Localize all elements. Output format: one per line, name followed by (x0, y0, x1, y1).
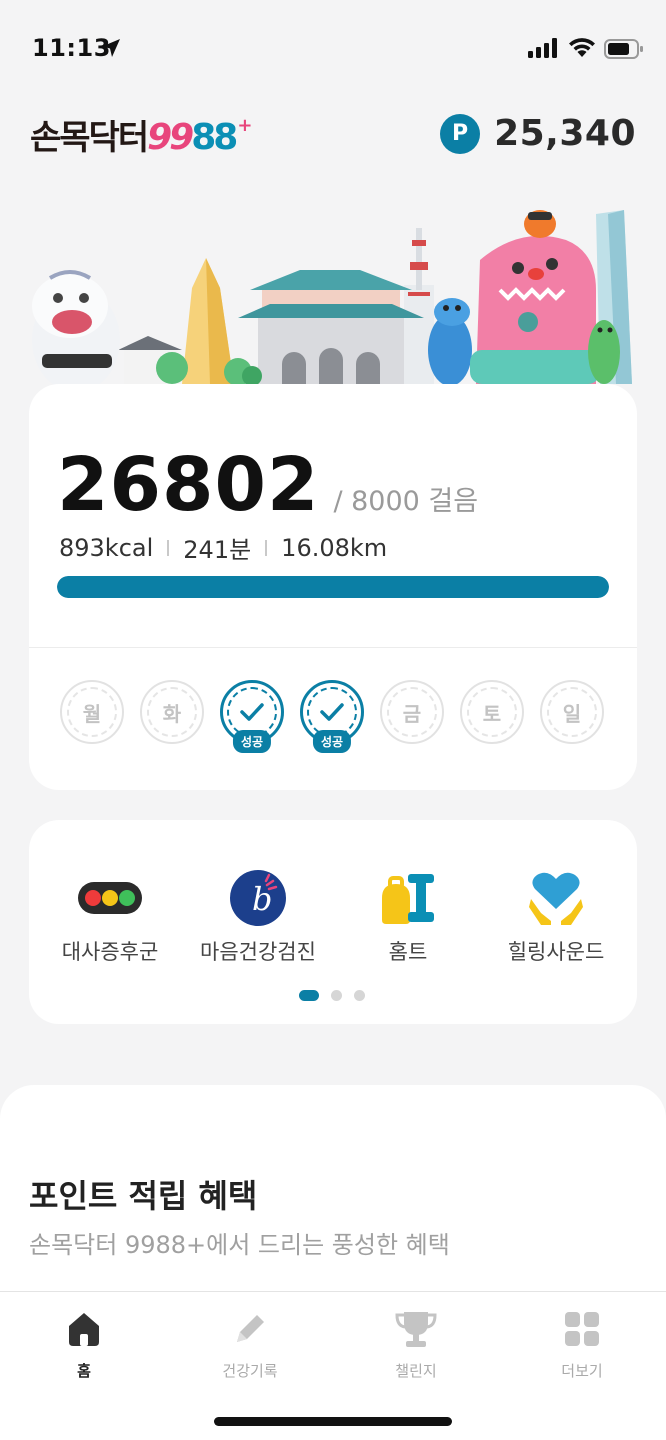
shortcut-label: 마음건강검진 (200, 940, 316, 964)
day-label: 토 (482, 701, 502, 726)
day-mon[interactable]: 월 (60, 680, 124, 744)
weekly-attendance: 월 화 성공 성공 금 토 일 (60, 680, 606, 760)
activity-metrics: 893kcal 241분 16.08km (59, 530, 387, 565)
trophy-icon (356, 1308, 476, 1350)
tab-label: 홈 (77, 1362, 91, 1380)
tab-label: 더보기 (561, 1362, 603, 1380)
calories-value: 893kcal (59, 533, 154, 562)
step-count: 26802 (57, 442, 320, 528)
pencil-icon (190, 1308, 310, 1350)
day-label: 일 (562, 701, 582, 726)
page-dot[interactable] (331, 990, 342, 1001)
home-indicator[interactable] (214, 1417, 452, 1426)
location-arrow-icon (102, 39, 120, 57)
card-divider (29, 647, 637, 648)
tab-more[interactable]: 더보기 (522, 1308, 642, 1381)
shortcut-menu-card: 대사증후군 b 마음건강검진 홈트 힐링사운드 (29, 820, 637, 1024)
seoul-landmarks-illustration (32, 210, 632, 392)
tab-health-record[interactable]: 건강기록 (190, 1308, 310, 1381)
grid-icon (522, 1308, 642, 1350)
home-icon (24, 1308, 144, 1350)
page-dot-active[interactable] (299, 990, 319, 1001)
dumbbell-icon (333, 868, 483, 928)
step-progress-bar (57, 576, 609, 598)
shortcut-label: 홈트 (388, 940, 428, 964)
step-progress-fill (57, 576, 609, 598)
day-label: 금 (402, 701, 422, 726)
points-balance[interactable]: P 25,340 (440, 113, 636, 154)
day-label: 화 (162, 701, 182, 726)
points-value: 25,340 (494, 113, 636, 154)
app-logo[interactable]: 손목닥터 99 88 + (30, 110, 253, 158)
shortcut-mental-health[interactable]: b 마음건강검진 (183, 868, 333, 966)
battery-icon (604, 39, 643, 59)
shortcut-home-training[interactable]: 홈트 (333, 868, 483, 966)
metric-divider (265, 539, 268, 556)
day-sat[interactable]: 토 (460, 680, 524, 744)
page-dot[interactable] (354, 990, 365, 1001)
step-goal: / 8000 걸음 (333, 486, 479, 517)
step-summary-card[interactable]: 26802 / 8000 걸음 893kcal 241분 16.08km 월 화… (29, 384, 637, 790)
day-wed[interactable]: 성공 (220, 680, 284, 753)
tab-home[interactable]: 홈 (24, 1308, 144, 1381)
shortcut-healing-sound[interactable]: 힐링사운드 (481, 868, 631, 966)
brand-b-icon: b (183, 868, 333, 928)
day-fri[interactable]: 금 (380, 680, 444, 744)
success-badge: 성공 (312, 730, 352, 753)
benefits-title: 포인트 적립 혜택 (29, 1177, 258, 1215)
heart-hands-icon (481, 868, 631, 928)
tab-label: 챌린지 (395, 1362, 437, 1380)
svg-text:b: b (252, 880, 272, 918)
logo-nines-text: 99 (147, 117, 194, 158)
shortcut-label: 대사증후군 (61, 940, 159, 964)
day-tue[interactable]: 화 (140, 680, 204, 744)
status-bar: 11:13 (0, 0, 666, 96)
logo-plus-text: + (237, 115, 253, 136)
day-thu[interactable]: 성공 (300, 680, 364, 753)
day-sun[interactable]: 일 (540, 680, 604, 744)
traffic-light-icon (35, 868, 185, 928)
points-p-icon: P (440, 113, 481, 154)
logo-korean-text: 손목닥터 (30, 118, 149, 158)
logo-eights-text: 88 (191, 117, 238, 158)
cellular-signal-icon (528, 38, 557, 58)
duration-value: 241분 (183, 536, 252, 564)
shortcut-metabolic-syndrome[interactable]: 대사증후군 (35, 868, 185, 966)
success-badge: 성공 (232, 730, 272, 753)
bottom-tab-bar: 홈 건강기록 챌린지 더보기 (0, 1291, 666, 1440)
check-icon (240, 703, 264, 721)
wifi-icon (569, 38, 595, 57)
check-icon (320, 703, 344, 721)
day-label: 월 (82, 701, 102, 726)
tab-label: 건강기록 (222, 1362, 278, 1380)
carousel-pagination (299, 990, 377, 1001)
tab-challenge[interactable]: 챌린지 (356, 1308, 476, 1381)
step-count-row: 26802 / 8000 걸음 (57, 442, 478, 528)
distance-value: 16.08km (281, 533, 388, 562)
benefits-subtitle: 손목닥터 9988+에서 드리는 풍성한 혜택 (29, 1231, 450, 1259)
metric-divider (167, 539, 170, 556)
shortcut-label: 힐링사운드 (507, 940, 605, 964)
